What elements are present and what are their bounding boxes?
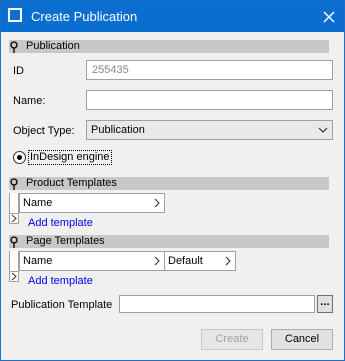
close-button[interactable] <box>314 1 344 32</box>
chevron-right-icon <box>154 198 160 208</box>
section-title-product-templates: Product Templates <box>26 177 117 189</box>
chevron-down-icon <box>318 127 328 133</box>
row-marker[interactable] <box>9 271 19 282</box>
section-title-publication: Publication <box>26 40 80 52</box>
radio-dot-icon <box>17 155 22 160</box>
chevron-right-icon <box>225 256 231 266</box>
section-header-publication[interactable]: Publication <box>9 40 329 53</box>
add-product-template-link[interactable]: Add template <box>28 217 93 229</box>
page-templates-default-column[interactable]: Default <box>164 251 236 271</box>
object-type-label: Object Type: <box>13 125 75 137</box>
title-bar[interactable]: Create Publication <box>1 1 344 32</box>
pin-icon[interactable] <box>9 41 19 53</box>
pin-icon[interactable] <box>9 236 19 248</box>
browse-button[interactable]: ... <box>317 295 333 313</box>
column-header-label: Name <box>23 255 53 267</box>
id-label: ID <box>13 65 24 77</box>
pin-icon[interactable] <box>9 178 19 190</box>
chevron-right-icon <box>154 256 160 266</box>
chevron-right-icon <box>11 214 17 223</box>
name-input[interactable] <box>86 90 333 110</box>
create-button[interactable]: Create <box>201 329 263 350</box>
section-header-product-templates[interactable]: Product Templates <box>9 177 329 190</box>
publication-template-input[interactable] <box>119 295 315 313</box>
name-label: Name: <box>13 95 46 107</box>
indesign-engine-label[interactable]: InDesign engine <box>28 150 112 165</box>
chevron-right-icon <box>11 272 17 281</box>
page-templates-name-column[interactable]: Name <box>19 251 165 271</box>
section-title-page-templates: Page Templates <box>26 235 105 247</box>
column-header-label: Default <box>168 255 203 267</box>
object-type-select[interactable]: Publication <box>86 120 333 140</box>
indesign-engine-radio[interactable] <box>13 151 26 164</box>
close-icon <box>323 11 335 22</box>
row-marker[interactable] <box>9 213 19 224</box>
add-page-template-link[interactable]: Add template <box>28 275 93 287</box>
product-templates-name-column[interactable]: Name <box>19 193 165 213</box>
object-type-value: Publication <box>91 124 145 136</box>
column-header-label: Name <box>23 197 53 209</box>
window-icon <box>8 8 22 22</box>
cancel-button[interactable]: Cancel <box>271 329 333 350</box>
create-publication-dialog: Create Publication Publication ID 255435… <box>0 0 345 361</box>
publication-template-label: Publication Template <box>11 299 113 311</box>
dialog-title: Create Publication <box>31 9 138 24</box>
grid-corner <box>9 193 19 213</box>
id-field: 255435 <box>86 60 333 80</box>
section-header-page-templates[interactable]: Page Templates <box>9 235 329 248</box>
grid-corner <box>9 251 19 271</box>
